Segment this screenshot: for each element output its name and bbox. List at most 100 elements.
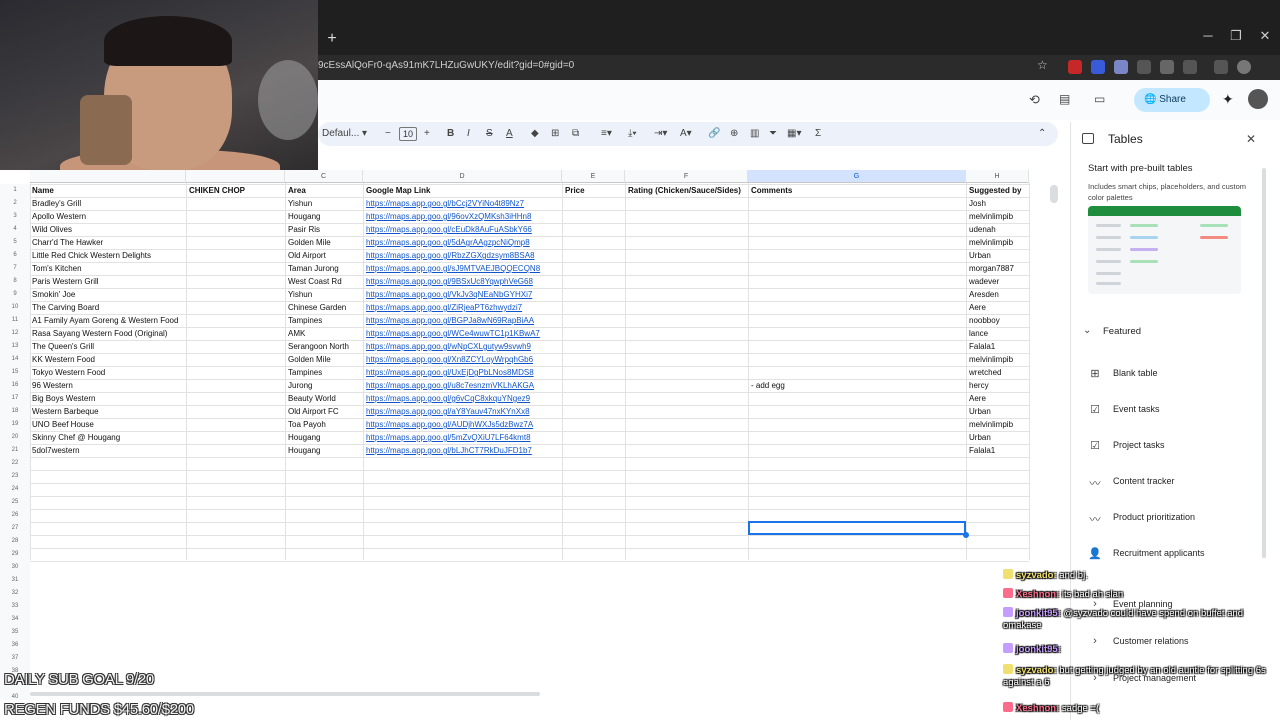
spreadsheet-grid[interactable]: C D E F G H 1 2 3 4 5 6 7 8 9 10 11 12 13 14 15 16 17 18 1…: [0, 170, 1058, 700]
row-number[interactable]: 17: [0, 392, 30, 405]
name-cell[interactable]: Charr'd The Hawker: [31, 236, 185, 249]
area-cell[interactable]: Pasir Ris: [287, 223, 362, 236]
suggested-by-cell[interactable]: noobboy: [968, 314, 1028, 327]
name-cell[interactable]: Wild Olives: [31, 223, 185, 236]
extension-icon[interactable]: [1091, 60, 1105, 74]
row-number[interactable]: 13: [0, 340, 30, 353]
name-cell[interactable]: Smokin' Joe: [31, 288, 185, 301]
row-number[interactable]: 29: [0, 548, 30, 561]
area-cell[interactable]: West Coast Rd: [287, 275, 362, 288]
suggested-by-cell[interactable]: Falala1: [968, 340, 1028, 353]
map-link-cell[interactable]: https://maps.app.goo.gl/5mZvQXiU7LF64kmt…: [365, 431, 561, 444]
row-number[interactable]: 15: [0, 366, 30, 379]
row-number[interactable]: 8: [0, 275, 30, 288]
map-link-cell[interactable]: https://maps.app.goo.gl/bCcj2VYiNo4t89Nz…: [365, 197, 561, 210]
bold-icon[interactable]: B: [447, 128, 454, 139]
profile-icon[interactable]: [1237, 60, 1251, 74]
row-number[interactable]: 18: [0, 405, 30, 418]
map-link-cell[interactable]: https://maps.app.goo.gl/RbzZGXgdzsym8BSA…: [365, 249, 561, 262]
area-cell[interactable]: Tampines: [287, 314, 362, 327]
header-cell-area[interactable]: Area: [287, 184, 362, 197]
row-number[interactable]: 30: [0, 561, 30, 574]
suggested-by-cell[interactable]: Josh: [968, 197, 1028, 210]
font-size-input[interactable]: 10: [399, 127, 417, 141]
template-item[interactable]: Blank table: [1113, 368, 1158, 378]
area-cell[interactable]: Tampines: [287, 366, 362, 379]
row-number[interactable]: 21: [0, 444, 30, 457]
row-number[interactable]: 5: [0, 236, 30, 249]
row-number[interactable]: 40: [0, 691, 30, 700]
vertical-align-icon[interactable]: ⤓▾: [628, 128, 637, 139]
history-icon[interactable]: ⟲: [1029, 92, 1040, 108]
name-cell[interactable]: Paris Western Grill: [31, 275, 185, 288]
map-link-cell[interactable]: https://maps.app.goo.gl/BGPJa8wN69RapBiA…: [365, 314, 561, 327]
map-link-cell[interactable]: https://maps.app.goo.gl/96ovXzQMKsh3iHHn…: [365, 210, 561, 223]
area-cell[interactable]: Hougang: [287, 431, 362, 444]
insert-chart-icon[interactable]: ▥: [750, 128, 759, 139]
suggested-by-cell[interactable]: melvinlimpib: [968, 236, 1028, 249]
map-link-cell[interactable]: https://maps.app.goo.gl/Xn8ZCYLoyWrpqhGb…: [365, 353, 561, 366]
suggested-by-cell[interactable]: Falala1: [968, 444, 1028, 457]
collapse-toolbar-icon[interactable]: ⌃: [1038, 128, 1046, 139]
column-header-f[interactable]: F: [625, 170, 748, 183]
area-cell[interactable]: Taman Jurong: [287, 262, 362, 275]
panel-scrollbar[interactable]: [1262, 168, 1266, 558]
area-cell[interactable]: Old Airport: [287, 249, 362, 262]
column-header-g[interactable]: G: [748, 170, 966, 183]
insert-comment-icon[interactable]: ⊕: [730, 128, 738, 139]
name-cell[interactable]: Little Red Chick Western Delights: [31, 249, 185, 262]
map-link-cell[interactable]: https://maps.app.goo.gl/aY8Yauv47nxKYnXx…: [365, 405, 561, 418]
name-cell[interactable]: Tom's Kitchen: [31, 262, 185, 275]
area-cell[interactable]: Golden Mile: [287, 353, 362, 366]
area-cell[interactable]: Hougang: [287, 444, 362, 457]
row-number[interactable]: 25: [0, 496, 30, 509]
row-number[interactable]: 19: [0, 418, 30, 431]
row-number[interactable]: 11: [0, 314, 30, 327]
name-cell[interactable]: Rasa Sayang Western Food (Original): [31, 327, 185, 340]
name-cell[interactable]: 5dol7western: [31, 444, 185, 457]
map-link-cell[interactable]: https://maps.app.goo.gl/u8c7esnzmVKLhAKG…: [365, 379, 561, 392]
map-link-cell[interactable]: https://maps.app.goo.gl/UxEjDgPbLNos8MDS…: [365, 366, 561, 379]
suggested-by-cell[interactable]: melvinlimpib: [968, 210, 1028, 223]
meet-icon[interactable]: ▭: [1094, 92, 1105, 106]
horizontal-scrollbar[interactable]: [30, 692, 540, 696]
name-cell[interactable]: Tokyo Western Food: [31, 366, 185, 379]
row-number[interactable]: 20: [0, 431, 30, 444]
new-tab-button[interactable]: +: [324, 30, 340, 48]
header-cell-rating[interactable]: Rating (Chicken/Sauce/Sides): [627, 184, 747, 197]
increase-font-size-button[interactable]: +: [424, 128, 430, 139]
close-panel-button[interactable]: ✕: [1246, 132, 1256, 146]
column-header-c[interactable]: C: [285, 170, 363, 183]
template-item[interactable]: Event tasks: [1113, 404, 1160, 414]
row-number[interactable]: 14: [0, 353, 30, 366]
media-icon[interactable]: [1214, 60, 1228, 74]
merge-cells-icon[interactable]: ⧉: [572, 128, 579, 139]
column-header-e[interactable]: E: [562, 170, 625, 183]
row-number[interactable]: 37: [0, 652, 30, 665]
suggested-by-cell[interactable]: Urban: [968, 249, 1028, 262]
strikethrough-icon[interactable]: S: [486, 128, 493, 139]
extension-icon[interactable]: [1114, 60, 1128, 74]
name-cell[interactable]: The Carving Board: [31, 301, 185, 314]
row-number[interactable]: 10: [0, 301, 30, 314]
column-header[interactable]: [30, 170, 186, 183]
extension-icon[interactable]: [1160, 60, 1174, 74]
row-number[interactable]: 4: [0, 223, 30, 236]
functions-icon[interactable]: Σ: [815, 128, 821, 139]
name-cell[interactable]: The Queen's Grill: [31, 340, 185, 353]
area-cell[interactable]: Old Airport FC: [287, 405, 362, 418]
name-cell[interactable]: A1 Family Ayam Goreng & Western Food: [31, 314, 185, 327]
suggested-by-cell[interactable]: melvinlimpib: [968, 418, 1028, 431]
row-number[interactable]: 3: [0, 210, 30, 223]
name-cell[interactable]: Western Barbeque: [31, 405, 185, 418]
map-link-cell[interactable]: https://maps.app.goo.gl/cEuDk8AuFuASbkY6…: [365, 223, 561, 236]
header-cell-price[interactable]: Price: [564, 184, 624, 197]
suggested-by-cell[interactable]: Urban: [968, 405, 1028, 418]
map-link-cell[interactable]: https://maps.app.goo.gl/wNpCXLgutyw9svwh…: [365, 340, 561, 353]
share-button[interactable]: 🌐 Share: [1134, 88, 1210, 112]
area-cell[interactable]: Hougang: [287, 210, 362, 223]
volume-icon[interactable]: [1137, 60, 1151, 74]
header-cell-suggested[interactable]: Suggested by: [968, 184, 1028, 197]
area-cell[interactable]: Toa Payoh: [287, 418, 362, 431]
featured-heading[interactable]: Featured: [1103, 326, 1141, 337]
